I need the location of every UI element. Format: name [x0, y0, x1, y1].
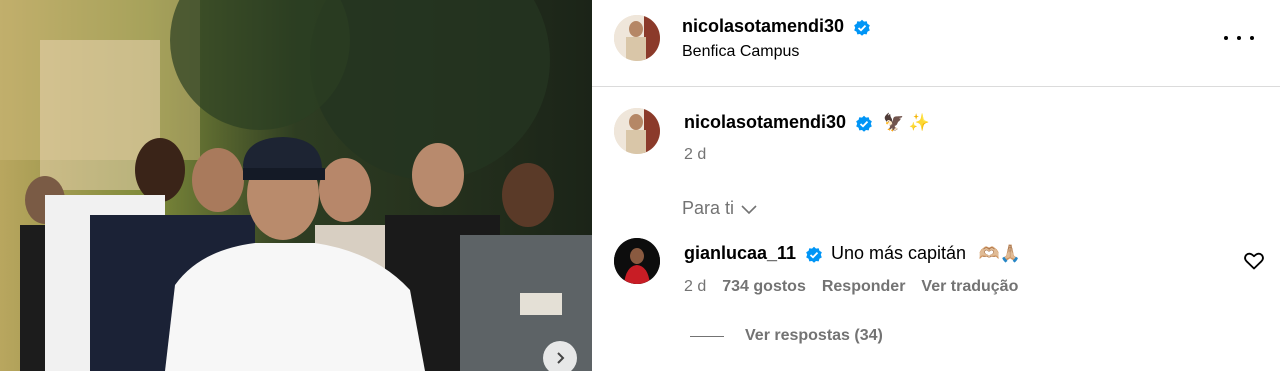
verified-badge-icon [805, 246, 822, 263]
comment-likes[interactable]: 734 gostos [722, 278, 806, 296]
post-header: nicolasotamendi30 Benfica Campus [592, 0, 1280, 87]
commenter-username[interactable]: gianlucaa_11 [684, 243, 796, 263]
next-photo-button[interactable] [543, 341, 577, 371]
caption-row: nicolasotamendi30 🦅 ✨ [684, 109, 930, 137]
caption-timestamp: 2 d [684, 146, 707, 163]
commenter-avatar-image [614, 238, 660, 284]
replies-divider [690, 335, 724, 337]
commenter-avatar[interactable] [614, 238, 660, 284]
post-location[interactable]: Benfica Campus [682, 43, 799, 61]
translate-button[interactable]: Ver tradução [921, 278, 1018, 296]
author-avatar-image [614, 15, 660, 61]
post-panel: nicolasotamendi30 Benfica Campus nicolas… [592, 0, 1280, 371]
view-replies-label: Ver respostas (34) [745, 327, 883, 344]
comment-row: gianlucaa_11 Uno más capitán 🫶🏼🙏🏼 [684, 240, 1021, 268]
caption-author-avatar[interactable] [614, 108, 660, 154]
photo-illustration [0, 0, 592, 371]
caption-author-username[interactable]: nicolasotamendi30 [684, 112, 846, 132]
author-avatar[interactable] [614, 15, 660, 61]
reply-button[interactable]: Responder [822, 278, 906, 296]
comment-text: Uno más capitán [830, 243, 967, 263]
more-dot [1250, 36, 1254, 40]
heart-icon[interactable] [1244, 252, 1264, 270]
comment-emojis: 🫶🏼🙏🏼 [978, 244, 1021, 263]
view-replies-button[interactable]: Ver respostas (34) [690, 327, 883, 345]
header-author-row: nicolasotamendi30 [682, 13, 871, 41]
comment-actions: 2 d 734 gostos Responder Ver tradução [684, 278, 1018, 296]
caption-text: 🦅 ✨ [882, 113, 931, 132]
post-photo [0, 0, 592, 371]
chevron-right-icon [557, 352, 565, 364]
more-dot [1224, 36, 1228, 40]
chevron-down-icon [741, 204, 757, 214]
comment-timestamp: 2 d [684, 278, 707, 295]
comment-filter-dropdown[interactable]: Para ti [682, 198, 758, 219]
verified-badge-icon [855, 115, 872, 132]
post-author-username[interactable]: nicolasotamendi30 [682, 16, 844, 36]
more-options-icon[interactable] [1224, 26, 1254, 50]
caption-avatar-image [614, 108, 660, 154]
filter-label: Para ti [682, 198, 735, 218]
more-dot [1237, 36, 1241, 40]
verified-badge-icon [853, 19, 870, 36]
